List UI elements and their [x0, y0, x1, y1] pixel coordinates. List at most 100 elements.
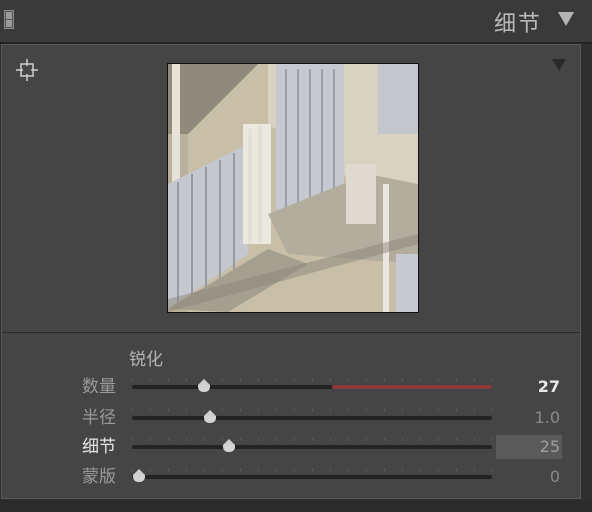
slider-tick	[492, 378, 493, 381]
slider-tick	[330, 409, 331, 412]
slider-value[interactable]: 0	[496, 465, 562, 489]
slider-tick	[348, 468, 349, 471]
slider-tick	[402, 378, 403, 381]
slider-tick	[276, 468, 277, 471]
slider-value-input[interactable]: 25	[496, 435, 562, 459]
slider-tick	[402, 409, 403, 412]
slider-tick	[276, 378, 277, 381]
slider-tick	[456, 378, 457, 381]
slider-tick	[240, 378, 241, 381]
slider-tick	[258, 438, 259, 441]
slider-tick	[312, 378, 313, 381]
slider-tick	[366, 438, 367, 441]
slider-track[interactable]	[132, 475, 492, 479]
slider-ticks	[132, 468, 493, 472]
slider-tick	[402, 438, 403, 441]
slider-tick	[438, 438, 439, 441]
slider-tick	[438, 468, 439, 471]
slider-tick	[384, 378, 385, 381]
slider-tick	[168, 409, 169, 412]
slider-tick	[258, 409, 259, 412]
slider-tick	[474, 409, 475, 412]
slider-tick	[384, 438, 385, 441]
slider-ticks	[132, 409, 493, 413]
slider-tick	[186, 409, 187, 412]
slider-tick	[474, 378, 475, 381]
slider-ticks	[132, 378, 493, 382]
slider-tick	[384, 409, 385, 412]
slider-thumb[interactable]	[198, 379, 210, 393]
slider-tick	[132, 378, 133, 381]
slider-tick	[150, 409, 151, 412]
slider-tick	[348, 438, 349, 441]
slider-value[interactable]: 27	[496, 375, 562, 399]
slider-thumb[interactable]	[133, 469, 146, 483]
slider-tick	[420, 409, 421, 412]
detail-preview-image[interactable]	[167, 63, 419, 313]
crosshair-target-icon[interactable]	[16, 59, 38, 81]
slider-tick	[492, 468, 493, 471]
slider-tick	[204, 468, 205, 471]
slider-row-amount[interactable]: 数量 27	[2, 375, 582, 399]
slider-tick	[132, 409, 133, 412]
slider-tick	[258, 378, 259, 381]
slider-tick	[132, 438, 133, 441]
panel-bottom-edge	[0, 500, 592, 512]
slider-tick	[294, 378, 295, 381]
slider-tick	[420, 378, 421, 381]
slider-tick	[240, 438, 241, 441]
slider-tick	[168, 378, 169, 381]
preview-menu-triangle-icon[interactable]	[552, 59, 566, 71]
slider-tick	[222, 409, 223, 412]
slider-tick	[492, 438, 493, 441]
slider-tick	[348, 378, 349, 381]
detail-panel-body: 锐化 数量 27 半径 1.0 细节 25 蒙版 0	[1, 44, 581, 499]
slider-label: 蒙版	[82, 467, 116, 487]
slider-track[interactable]	[132, 416, 492, 420]
slider-row-detail[interactable]: 细节 25	[2, 435, 582, 459]
slider-red-fill	[332, 385, 492, 389]
slider-row-masking[interactable]: 蒙版 0	[2, 465, 582, 489]
section-divider	[2, 332, 580, 333]
panel-header[interactable]: 细节	[0, 0, 592, 44]
slider-tick	[312, 468, 313, 471]
slider-tick	[312, 409, 313, 412]
slider-tick	[168, 438, 169, 441]
panel-title: 细节	[493, 12, 542, 37]
slider-label: 数量	[82, 377, 116, 397]
slider-tick	[438, 378, 439, 381]
slider-track[interactable]	[132, 385, 492, 389]
slider-tick	[150, 378, 151, 381]
slider-tick	[348, 409, 349, 412]
slider-tick	[456, 468, 457, 471]
slider-tick	[456, 438, 457, 441]
slider-tick	[330, 468, 331, 471]
slider-tick	[150, 468, 151, 471]
slider-tick	[186, 378, 187, 381]
slider-label: 半径	[82, 408, 116, 428]
slider-track[interactable]	[132, 445, 492, 449]
slider-row-radius[interactable]: 半径 1.0	[2, 406, 582, 430]
collapse-triangle-icon[interactable]	[558, 12, 574, 26]
slider-tick	[474, 468, 475, 471]
slider-tick	[384, 468, 385, 471]
slider-ticks	[132, 438, 493, 442]
slider-thumb[interactable]	[204, 410, 217, 424]
slider-tick	[222, 468, 223, 471]
balcony-photo	[168, 64, 418, 312]
panel-toggle-icon[interactable]	[4, 10, 14, 29]
slider-tick	[438, 409, 439, 412]
slider-tick	[456, 409, 457, 412]
slider-label: 细节	[82, 437, 116, 457]
slider-tick	[366, 468, 367, 471]
slider-tick	[204, 438, 205, 441]
slider-tick	[186, 468, 187, 471]
slider-tick	[420, 438, 421, 441]
slider-value[interactable]: 1.0	[496, 406, 562, 430]
slider-thumb[interactable]	[223, 439, 236, 453]
slider-tick	[312, 438, 313, 441]
slider-tick	[168, 468, 169, 471]
slider-tick	[366, 409, 367, 412]
slider-tick	[276, 409, 277, 412]
slider-tick	[294, 409, 295, 412]
